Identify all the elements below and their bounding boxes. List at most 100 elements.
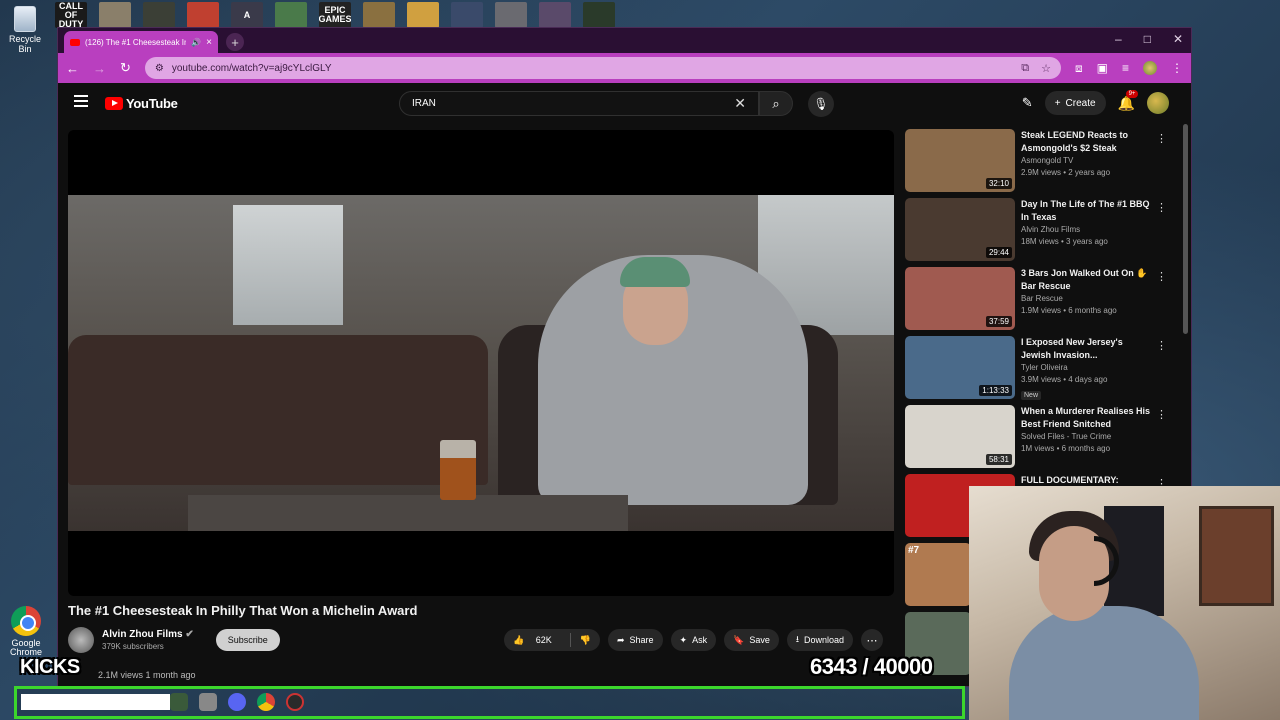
goal-counter: 6343 / 40000 [810,654,933,679]
recommendation-channel[interactable]: Solved Files - True Crime [1021,432,1151,441]
youtube-play-icon [105,97,123,110]
create-button[interactable]: + Create [1044,91,1106,115]
desktop-shortcut-icon[interactable] [407,2,439,28]
recommendation-channel[interactable]: Asmongold TV [1021,156,1151,165]
chrome-taskbar-icon[interactable] [257,693,275,711]
recommendation-channel[interactable]: Alvin Zhou Films [1021,225,1151,234]
channel-avatar[interactable] [68,627,94,653]
youtube-logo[interactable]: YouTube [105,96,178,111]
scrollbar[interactable] [1183,124,1188,334]
channel-name[interactable]: Alvin Zhou Films ✔ [102,629,194,640]
video-thumbnail[interactable]: 37:59 [905,267,1015,330]
recommendation-title[interactable]: Day In The Life of The #1 BBQ In Texas [1021,198,1151,223]
microphone-icon: 🎙 [813,97,829,111]
media-icon[interactable]: ≡ [1122,61,1129,75]
extensions-icon[interactable]: ⧈ [1075,61,1083,76]
speaker-icon[interactable]: 🔊 [191,38,201,47]
desktop-shortcut-icon[interactable] [187,2,219,28]
menu-icon[interactable]: ⋮ [1171,61,1183,75]
more-options-icon[interactable]: ⋮ [1156,201,1167,214]
bookmark-star-icon[interactable]: ☆ [1041,62,1051,75]
cast-icon[interactable]: ✎ [1022,95,1033,111]
desktop-shortcut-icon[interactable] [583,2,615,28]
more-options-icon[interactable]: ⋮ [1156,339,1167,352]
more-options-icon[interactable]: ⋮ [1156,270,1167,283]
recommendation-title[interactable]: FULL DOCUMENTARY: [1021,474,1151,487]
sidebar-icon[interactable]: ▣ [1097,61,1108,75]
desktop-shortcut-icon[interactable]: EPIC GAMES [319,2,351,28]
like-button[interactable]: 👍 62K [504,635,570,646]
recommendation-meta: 2.9M views • 2 years ago [1021,168,1111,178]
minimize-button[interactable]: – [1115,32,1122,46]
dislike-button[interactable]: 👎 [571,635,600,646]
file-explorer-icon[interactable] [199,693,217,711]
new-tab-button[interactable]: + [226,33,244,51]
taskbar-app-icon[interactable] [170,693,188,711]
save-button[interactable]: 🔖 Save [724,629,779,651]
desktop-shortcut-icon[interactable] [495,2,527,28]
video-thumbnail[interactable]: 29:44 [905,198,1015,261]
account-avatar[interactable] [1147,92,1169,114]
close-tab-icon[interactable]: × [206,37,212,48]
desktop-shortcut-icon[interactable] [451,2,483,28]
desktop-shortcut-icon[interactable] [363,2,395,28]
recommendation-item[interactable]: 32:10 Steak LEGEND Reacts to Asmongold's … [905,129,1185,197]
search-input[interactable]: IRAN ✕ [399,91,759,116]
more-actions-button[interactable]: ⋯ [861,629,884,651]
profile-avatar[interactable] [1143,61,1157,75]
recommendation-title[interactable]: Steak LEGEND Reacts to Asmongold's $2 St… [1021,129,1151,154]
desktop-shortcut-icon[interactable] [539,2,571,28]
recommendation-channel[interactable]: Bar Rescue [1021,294,1151,303]
recommendation-title[interactable]: 3 Bars Jon Walked Out On ✋ Bar Rescue [1021,267,1151,292]
video-thumbnail[interactable]: #7 [905,543,971,606]
recommendation-item[interactable]: 58:31 When a Murderer Realises His Best F… [905,405,1185,473]
share-button[interactable]: ➦ Share [607,629,663,651]
recommendation-channel[interactable]: Tyler Oliveira [1021,363,1151,372]
reload-icon[interactable]: ↻ [120,60,131,76]
recommendation-title[interactable]: When a Murderer Realises His Best Friend… [1021,405,1151,430]
video-player[interactable] [68,130,894,596]
video-thumbnail[interactable]: 1:13:33 [905,336,1015,399]
subscribe-button[interactable]: Subscribe [215,629,280,651]
subscriber-count: 379K subscribers [102,642,164,651]
more-options-icon[interactable]: ⋮ [1156,132,1167,145]
notifications-button[interactable]: 🔔 9+ [1118,89,1139,112]
obs-icon[interactable] [286,693,304,711]
desktop-shortcuts: CALL OF DUTY A EPIC GAMES [55,2,615,28]
search-button[interactable]: ⌕ [759,91,793,116]
video-duration: 29:44 [985,247,1012,258]
desktop-shortcut-icon[interactable] [143,2,175,28]
forward-icon[interactable]: → [93,61,106,76]
recommendation-item[interactable]: 29:44 Day In The Life of The #1 BBQ In Te… [905,198,1185,266]
close-window-button[interactable]: ✕ [1173,32,1183,46]
install-app-icon[interactable]: ⧉ [1021,62,1029,75]
voice-search-button[interactable]: 🎙 [808,91,834,117]
more-options-icon[interactable]: ⋮ [1156,408,1167,421]
download-button[interactable]: ⭳ Download [786,629,854,651]
discord-icon[interactable] [228,693,246,711]
desktop-shortcut-icon[interactable]: CALL OF DUTY [55,2,87,28]
clear-search-icon[interactable]: ✕ [734,95,746,112]
ask-button[interactable]: ✦ Ask [670,629,717,651]
recommendation-item[interactable]: 1:13:33 I Exposed New Jersey's Jewish Inv… [905,336,1185,404]
address-bar[interactable]: ⚙ youtube.com/watch?v=aj9cYLclGLY ⧉ ☆ [144,57,1061,79]
recommendation-item[interactable]: 37:59 3 Bars Jon Walked Out On ✋ Bar Resc… [905,267,1185,335]
webcam-overlay [969,486,1280,720]
hamburger-menu-icon[interactable] [74,95,88,110]
desktop-shortcut-icon[interactable]: A [231,2,263,28]
video-thumbnail[interactable]: 32:10 [905,129,1015,192]
desktop-shortcut-icon[interactable] [99,2,131,28]
maximize-button[interactable]: □ [1144,32,1151,46]
recommendation-title[interactable]: I Exposed New Jersey's Jewish Invasion..… [1021,336,1151,361]
site-info-icon[interactable]: ⚙ [155,63,164,74]
tab-youtube[interactable]: (126) The #1 Cheesesteak In 🔊 × [64,31,218,53]
video-thumbnail[interactable]: 58:31 [905,405,1015,468]
youtube-header: YouTube IRAN ✕ ⌕ 🎙 ✎ + Create 🔔 9+ [58,84,1191,122]
google-chrome-shortcut[interactable]: Google Chrome [4,606,48,658]
back-icon[interactable]: ← [66,61,79,76]
create-label: Create [1065,97,1096,109]
video-duration: 32:10 [985,178,1012,189]
recycle-bin-icon[interactable]: Recycle Bin [2,6,48,54]
desktop-shortcut-icon[interactable] [275,2,307,28]
video-actions: 👍 62K 👎 ➦ Share ✦ Ask 🔖 Save ⭳ Download ⋯ [504,629,884,651]
